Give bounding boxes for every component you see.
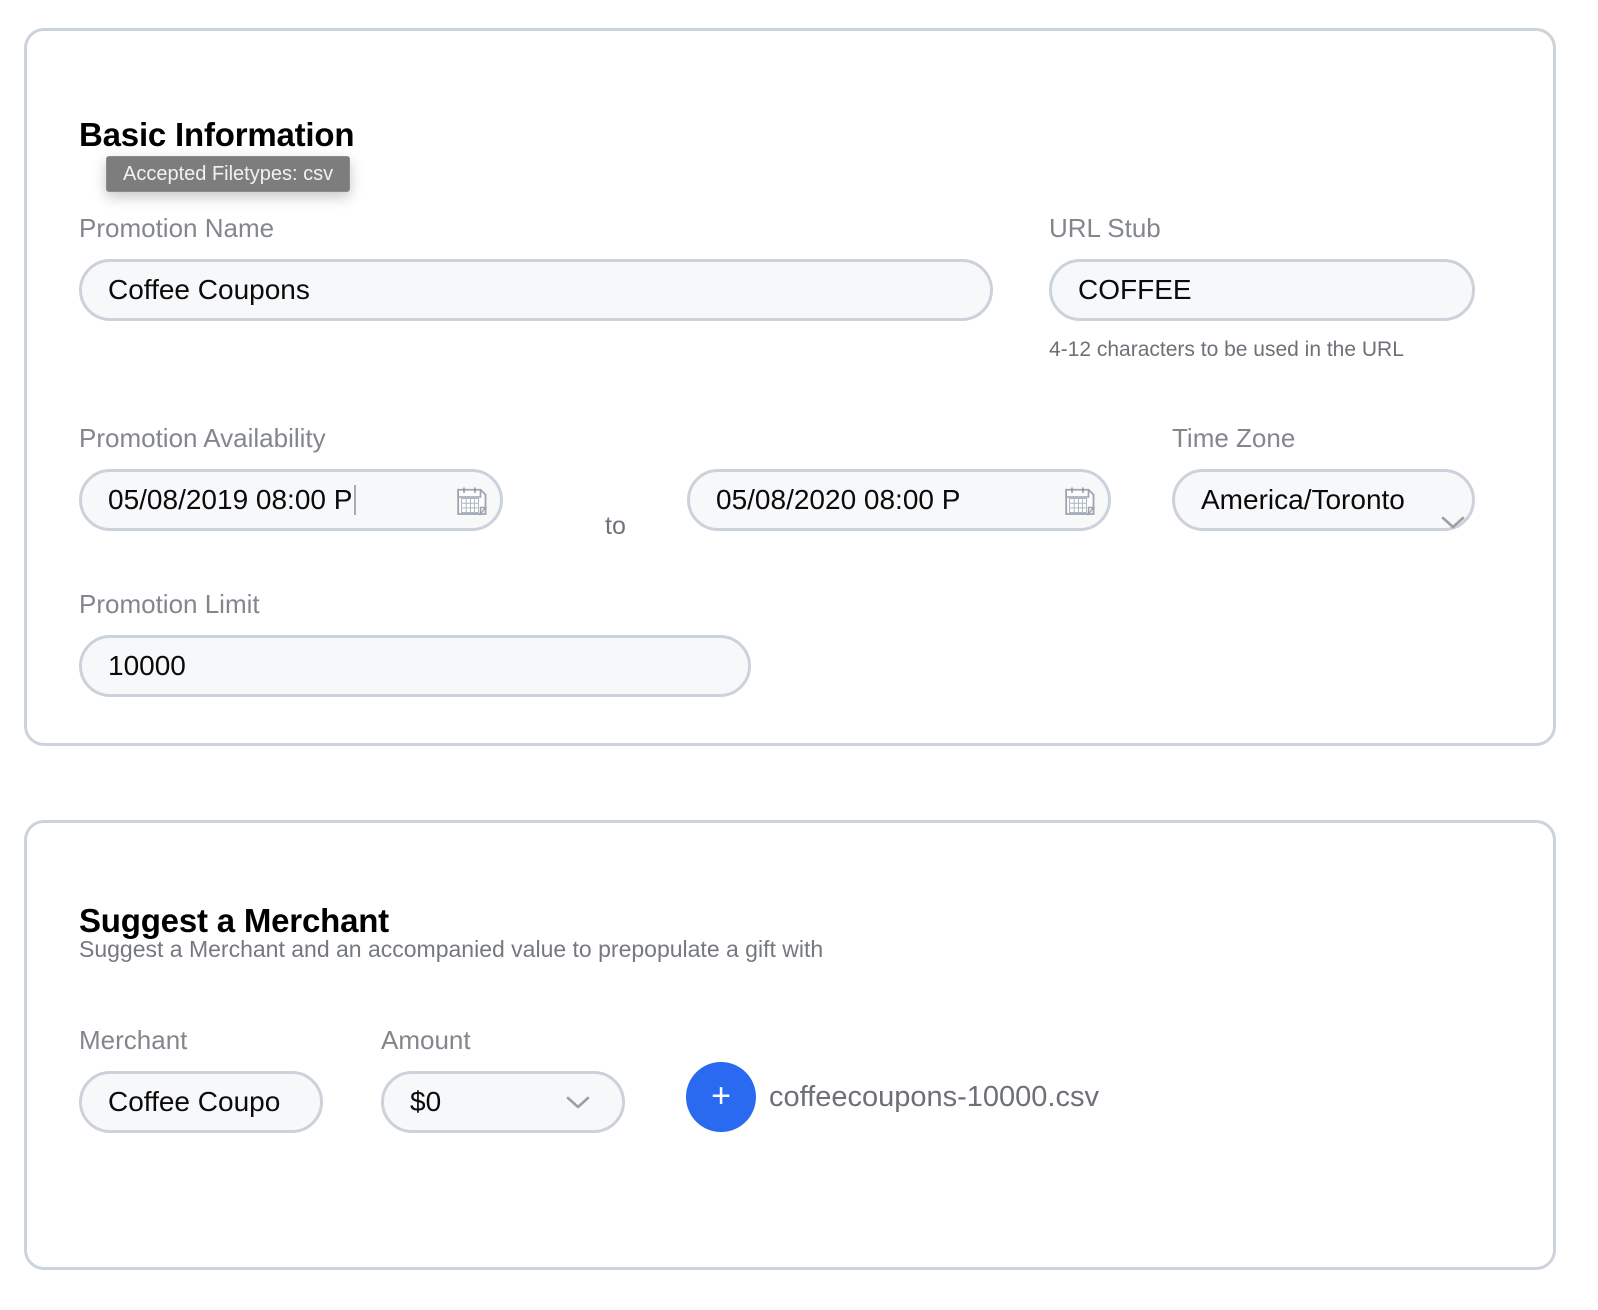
promotion-availability-label: Promotion Availability <box>79 423 326 453</box>
promotion-start-date-input[interactable]: 05/08/2019 08:00 P <box>79 469 503 531</box>
promotion-form-page: Basic Information Promotion Name Coffee … <box>0 0 1598 1310</box>
basic-information-title: Basic Information <box>79 116 355 154</box>
promotion-limit-value: 10000 <box>108 650 186 681</box>
add-file-button[interactable]: + <box>686 1062 756 1132</box>
plus-icon: + <box>711 1076 731 1115</box>
amount-label: Amount <box>381 1025 471 1055</box>
amount-value: $0 <box>410 1086 442 1117</box>
accepted-filetypes-tooltip: Accepted Filetypes: csv <box>106 156 351 192</box>
url-stub-input[interactable]: COFFEE <box>1049 259 1475 321</box>
merchant-value: Coffee Coupo <box>108 1086 281 1117</box>
url-stub-help-text: 4-12 characters to be used in the URL <box>1049 338 1404 361</box>
suggest-a-merchant-card: Suggest a Merchant Suggest a Merchant an… <box>24 820 1556 1270</box>
suggest-a-merchant-subtitle: Suggest a Merchant and an accompanied va… <box>79 936 824 962</box>
merchant-input[interactable]: Coffee Coupo <box>79 1071 323 1133</box>
amount-select[interactable]: $0 <box>381 1071 625 1133</box>
tooltip-text: Accepted Filetypes: csv <box>123 162 334 185</box>
date-range-separator: to <box>605 512 626 540</box>
promotion-name-label: Promotion Name <box>79 213 275 243</box>
promotion-limit-label: Promotion Limit <box>79 589 260 619</box>
time-zone-value: America/Toronto <box>1201 484 1405 515</box>
time-zone-select[interactable]: America/Toronto <box>1172 469 1475 531</box>
promotion-end-date-input[interactable]: 05/08/2020 08:00 P <box>687 469 1111 531</box>
merchant-label: Merchant <box>79 1025 188 1055</box>
promotion-start-date-value: 05/08/2019 08:00 P <box>108 484 353 515</box>
text-caret <box>354 485 357 515</box>
url-stub-label: URL Stub <box>1049 213 1161 243</box>
url-stub-value: COFFEE <box>1078 274 1192 305</box>
promotion-end-date-value: 05/08/2020 08:00 P <box>716 484 961 515</box>
suggest-a-merchant-title: Suggest a Merchant <box>79 902 389 940</box>
promotion-limit-input[interactable]: 10000 <box>79 635 751 697</box>
promotion-name-value: Coffee Coupons <box>108 274 310 305</box>
promotion-name-input[interactable]: Coffee Coupons <box>79 259 993 321</box>
time-zone-label: Time Zone <box>1172 423 1296 453</box>
basic-information-card: Basic Information Promotion Name Coffee … <box>24 28 1556 746</box>
uploaded-file-name: coffeecoupons-10000.csv <box>769 1081 1099 1113</box>
